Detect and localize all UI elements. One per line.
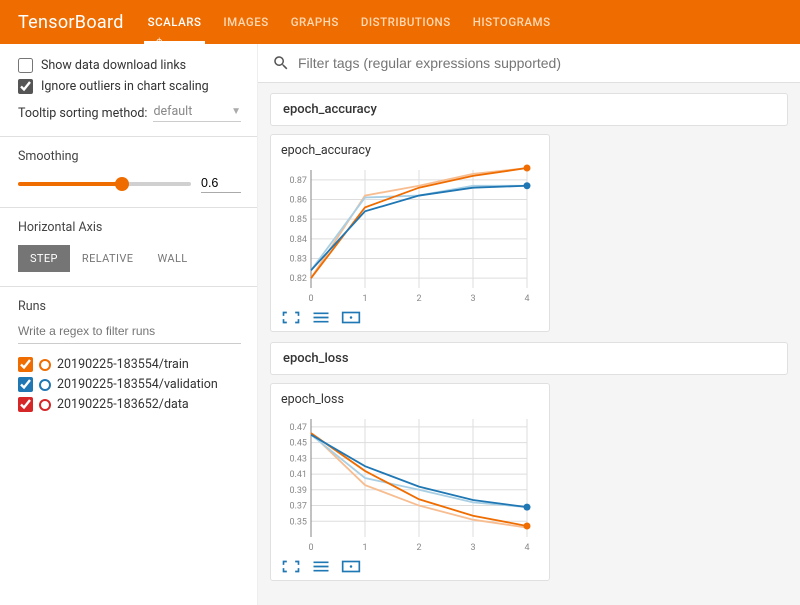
- svg-text:0.35: 0.35: [289, 517, 307, 527]
- toggle-log-icon[interactable]: [311, 559, 331, 574]
- divider: [0, 207, 257, 208]
- ignore-outliers-checkbox[interactable]: [18, 79, 33, 94]
- chart-card: epoch_loss 0.350.370.390.410.430.450.470…: [270, 383, 550, 581]
- show-download-links-label: Show data download links: [41, 58, 186, 73]
- svg-text:0.84: 0.84: [289, 235, 307, 245]
- tab-images[interactable]: IMAGES: [223, 0, 268, 44]
- search-icon: [272, 54, 290, 72]
- run-color-icon: [39, 359, 51, 371]
- fit-domain-icon[interactable]: [341, 310, 361, 325]
- run-item[interactable]: 20190225-183554/train: [18, 357, 241, 372]
- svg-text:0.85: 0.85: [289, 215, 307, 225]
- panel-group: epoch_loss epoch_loss 0.350.370.390.410.…: [270, 342, 788, 581]
- tooltip-sorting-label: Tooltip sorting method:: [18, 106, 147, 121]
- ignore-outliers-label: Ignore outliers in chart scaling: [41, 79, 209, 94]
- svg-text:0: 0: [308, 294, 313, 304]
- svg-text:0.39: 0.39: [289, 486, 307, 496]
- tab-histograms[interactable]: HISTOGRAMS: [473, 0, 551, 44]
- panel-header[interactable]: epoch_accuracy: [270, 93, 788, 126]
- run-item[interactable]: 20190225-183554/validation: [18, 377, 241, 392]
- chart-toolbar: [281, 310, 539, 325]
- tooltip-sorting-value: default: [153, 104, 192, 119]
- tab-distributions[interactable]: DISTRIBUTIONS: [361, 0, 451, 44]
- expand-icon[interactable]: [281, 559, 301, 574]
- brand-title: TensorBoard: [18, 12, 124, 33]
- main-panel: epoch_accuracy epoch_accuracy 0.820.830.…: [258, 44, 800, 605]
- svg-text:0: 0: [308, 543, 313, 553]
- show-download-links-checkbox[interactable]: [18, 58, 33, 73]
- runs-filter-input[interactable]: [18, 320, 241, 344]
- svg-text:2: 2: [416, 294, 421, 304]
- panel-group: epoch_accuracy epoch_accuracy 0.820.830.…: [270, 93, 788, 332]
- chart-toolbar: [281, 559, 539, 574]
- svg-text:0.43: 0.43: [289, 454, 307, 464]
- run-color-icon: [39, 379, 51, 391]
- chart-title: epoch_loss: [281, 392, 539, 407]
- svg-text:1: 1: [362, 294, 367, 304]
- run-name-label: 20190225-183554/validation: [57, 377, 218, 392]
- axis-button-step[interactable]: STEP: [18, 245, 70, 272]
- show-download-links-row[interactable]: Show data download links: [18, 58, 241, 73]
- divider: [0, 136, 257, 137]
- run-color-icon: [39, 399, 51, 411]
- chart-title: epoch_accuracy: [281, 143, 539, 158]
- axis-button-group: STEPRELATIVEWALL: [18, 245, 241, 272]
- tag-filter-bar: [258, 44, 800, 83]
- ignore-outliers-row[interactable]: Ignore outliers in chart scaling: [18, 79, 241, 94]
- tab-graphs[interactable]: GRAPHS: [291, 0, 339, 44]
- panel-header[interactable]: epoch_loss: [270, 342, 788, 375]
- expand-icon[interactable]: [281, 310, 301, 325]
- tab-scalars[interactable]: SCALARS: [148, 0, 202, 44]
- axis-button-relative[interactable]: RELATIVE: [70, 245, 146, 272]
- tab-bar: SCALARS IMAGES GRAPHS DISTRIBUTIONS HISTOGRA…: [148, 0, 551, 44]
- runs-list: 20190225-183554/train 20190225-183554/val…: [18, 357, 241, 412]
- smoothing-label: Smoothing: [18, 149, 241, 164]
- run-checkbox[interactable]: [18, 377, 33, 392]
- svg-text:3: 3: [470, 294, 475, 304]
- run-item[interactable]: 20190225-183652/data: [18, 397, 241, 412]
- horizontal-axis-label: Horizontal Axis: [18, 220, 241, 235]
- tag-filter-input[interactable]: [298, 55, 786, 71]
- svg-text:1: 1: [362, 543, 367, 553]
- smoothing-value-input[interactable]: [201, 174, 241, 193]
- svg-text:0.82: 0.82: [289, 274, 307, 284]
- svg-text:0.83: 0.83: [289, 255, 307, 265]
- chart-plot: 0.82 0.83 0.84 0.85 0.86 0.87 0 1 2 3 4: [281, 164, 533, 304]
- run-checkbox[interactable]: [18, 397, 33, 412]
- run-checkbox[interactable]: [18, 357, 33, 372]
- chart-card: epoch_accuracy 0.820.830.840.850.860.870…: [270, 134, 550, 332]
- svg-text:0.87: 0.87: [289, 176, 307, 186]
- svg-text:0.45: 0.45: [289, 439, 307, 449]
- smoothing-slider-thumb[interactable]: [115, 177, 129, 191]
- svg-text:4: 4: [524, 543, 529, 553]
- run-name-label: 20190225-183554/train: [57, 357, 189, 372]
- svg-text:4: 4: [524, 294, 529, 304]
- fit-domain-icon[interactable]: [341, 559, 361, 574]
- toggle-log-icon[interactable]: [311, 310, 331, 325]
- runs-label: Runs: [18, 299, 241, 314]
- svg-text:0.37: 0.37: [289, 502, 307, 512]
- divider: [0, 286, 257, 287]
- tooltip-sorting-dropdown[interactable]: default ▼: [153, 104, 241, 122]
- svg-text:2: 2: [416, 543, 421, 553]
- svg-text:0.41: 0.41: [289, 470, 307, 480]
- smoothing-slider[interactable]: [18, 182, 191, 186]
- svg-text:3: 3: [470, 543, 475, 553]
- header: TensorBoard SCALARS IMAGES GRAPHS DISTRIBUT…: [0, 0, 800, 44]
- svg-text:0.47: 0.47: [289, 423, 307, 433]
- chart-plot: 0.35 0.37 0.39 0.41 0.43 0.45 0.47 0 1 2 3 4: [281, 413, 533, 553]
- svg-text:0.86: 0.86: [289, 196, 307, 206]
- chevron-down-icon: ▼: [231, 106, 241, 117]
- axis-button-wall[interactable]: WALL: [145, 245, 199, 272]
- sidebar: Show data download links Ignore outliers…: [0, 44, 258, 605]
- run-name-label: 20190225-183652/data: [57, 397, 189, 412]
